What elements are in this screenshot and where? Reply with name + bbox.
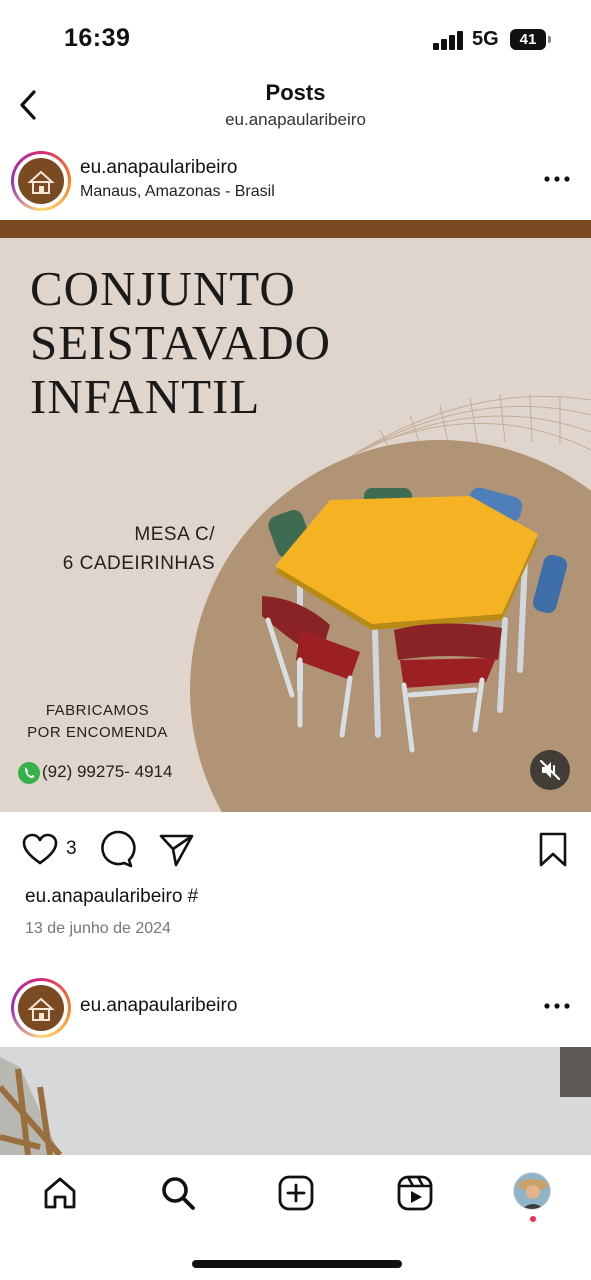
avatar[interactable] [11, 978, 71, 1038]
brand-logo-icon [18, 158, 64, 204]
reels-icon [397, 1175, 433, 1211]
tab-profile[interactable] [513, 1172, 551, 1210]
home-indicator[interactable] [192, 1260, 402, 1268]
promo-title: CONJUNTO SEISTAVADO INFANTIL [30, 262, 331, 424]
save-button[interactable] [533, 830, 573, 870]
promo-fab-line: FABRICAMOS [45, 702, 150, 719]
mute-toggle[interactable] [530, 750, 570, 790]
promo-subtitle-line: 6 CADEIRINHAS [62, 553, 215, 574]
promo-fab-line: POR ENCOMENDA [27, 724, 168, 741]
profile-avatar-icon [514, 1173, 550, 1209]
promo-made-to-order: FABRICAMOS POR ENCOMENDA [20, 700, 175, 744]
tab-reels[interactable] [395, 1173, 435, 1213]
table-photo [0, 1047, 591, 1155]
clock: 16:39 [64, 24, 131, 52]
avatar[interactable] [11, 151, 71, 211]
post-media[interactable]: CONJUNTO SEISTAVADO INFANTIL MESA C/ 6 C… [0, 220, 591, 812]
promo-subtitle: MESA C/ 6 CADEIRINHAS [20, 520, 215, 578]
post-media[interactable] [0, 1047, 591, 1155]
share-button[interactable] [156, 830, 196, 870]
more-options-icon[interactable] [543, 994, 571, 1018]
promo-title-line: CONJUNTO [30, 261, 296, 316]
notification-dot [530, 1216, 536, 1222]
promo-title-line: INFANTIL [30, 369, 261, 424]
status-bar: 16:39 5G 41 [0, 0, 591, 80]
tab-create[interactable] [276, 1173, 316, 1213]
whatsapp-icon [18, 762, 40, 784]
tab-search[interactable] [158, 1173, 198, 1213]
send-icon [159, 834, 194, 867]
like-count[interactable]: 3 [66, 838, 77, 860]
network-type: 5G [472, 28, 499, 50]
like-button[interactable] [20, 830, 60, 870]
comment-icon [101, 830, 136, 868]
post-username[interactable]: eu.anapaularibeiro [80, 157, 237, 179]
comment-button[interactable] [96, 830, 136, 870]
post-date: 13 de junho de 2024 [25, 920, 171, 937]
page-title: Posts [265, 80, 326, 105]
post-username[interactable]: eu.anapaularibeiro [80, 995, 237, 1017]
tab-home[interactable] [40, 1173, 80, 1213]
create-icon [278, 1175, 314, 1211]
more-options-icon[interactable] [543, 167, 571, 191]
post-location[interactable]: Manaus, Amazonas - Brasil [80, 183, 275, 201]
heart-icon [22, 833, 58, 865]
bookmark-icon [539, 832, 567, 867]
home-icon [44, 1177, 76, 1209]
promo-phone: (92) 99275- 4914 [42, 762, 173, 781]
signal-icon [433, 30, 465, 50]
brand-logo-icon [18, 985, 64, 1031]
muted-speaker-icon [539, 759, 561, 781]
battery-icon: 41 [510, 29, 551, 50]
page-subtitle: eu.anapaularibeiro [225, 110, 366, 129]
caption-username[interactable]: eu.anapaularibeiro # [25, 886, 198, 908]
promo-subtitle-line: MESA C/ [134, 524, 215, 545]
post-header: eu.anapaularibeiro Manaus, Amazonas - Br… [0, 145, 591, 220]
post-header: eu.anapaularibeiro [0, 972, 591, 1047]
promo-title-line: SEISTAVADO [30, 315, 332, 370]
post-actions: 3 [0, 812, 591, 882]
search-icon [162, 1177, 195, 1210]
brand-bar [0, 220, 591, 238]
